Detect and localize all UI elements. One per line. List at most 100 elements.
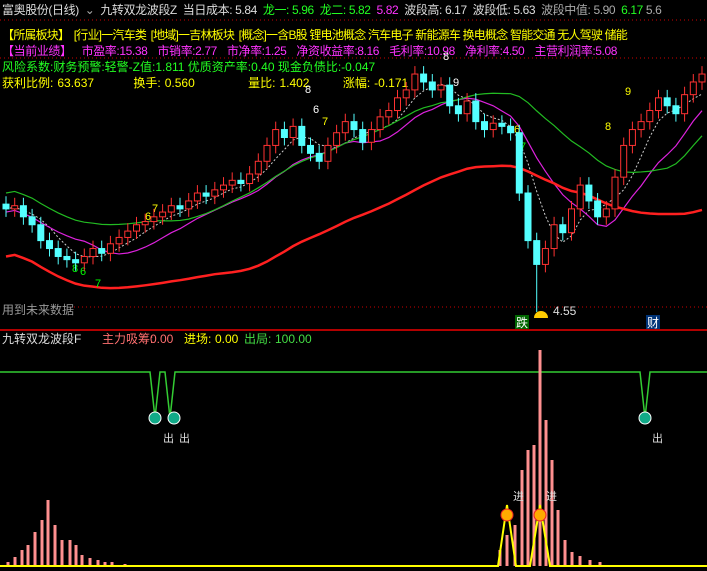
candle [19, 205, 27, 218]
candle [254, 160, 262, 175]
price-chart[interactable]: 678 67867896789 4.55 跌 财 用到未来数据 九转双龙波段F 主… [0, 0, 707, 571]
exit-mark: 出 [652, 431, 663, 445]
candle [202, 192, 210, 197]
candle [37, 224, 45, 242]
exit-signal-line [0, 371, 707, 419]
candle [246, 173, 254, 184]
nine-turn-label: 7 [152, 203, 158, 215]
candle [159, 211, 167, 218]
candle [672, 105, 680, 115]
candle [176, 205, 184, 210]
candle [428, 81, 436, 91]
candle [611, 176, 619, 210]
entry-label: 进场: [184, 332, 211, 346]
candle [193, 192, 201, 202]
nine-turn-label: 8 [305, 84, 311, 96]
nine-turn-label: 8 [72, 263, 78, 275]
exit-mark: 出 [179, 431, 190, 445]
candle [541, 248, 549, 265]
candle [124, 230, 132, 238]
entry-signal-icon [500, 508, 514, 522]
candle [620, 144, 628, 178]
candle [98, 248, 106, 254]
entry-signal-line [0, 504, 707, 567]
candle [237, 179, 245, 185]
entry-value: 0.00 [215, 332, 239, 346]
candle [63, 255, 71, 261]
candle [576, 184, 584, 210]
exit-signal-icon [167, 411, 181, 425]
candle [646, 110, 654, 123]
candle [420, 73, 428, 83]
nine-turn-label: 6 [80, 266, 86, 278]
candle [463, 100, 471, 115]
candle [533, 240, 541, 265]
ma-red-line [5, 164, 703, 290]
candle [350, 121, 358, 131]
nine-turn-label: 8 [605, 121, 611, 133]
entry-mark: 进 [513, 490, 524, 503]
nine-turn-label: 6 [313, 104, 319, 116]
candle [602, 208, 610, 218]
nine-turn-label: 8 [443, 51, 449, 63]
candle [341, 121, 349, 134]
exit-signal-icon [148, 411, 162, 425]
candle [411, 73, 419, 91]
lower-indicator-name[interactable]: 九转双龙波段F [2, 331, 81, 346]
nine-turn-label: 9 [453, 77, 459, 89]
accumulate-value: 0.00 [150, 332, 174, 346]
candle [141, 221, 149, 226]
candle [263, 144, 271, 162]
candle [515, 132, 523, 194]
nine-turn-label: 7 [322, 116, 328, 128]
entry-mark: 进 [546, 490, 557, 503]
finance-badge-text: 财 [647, 316, 659, 330]
candle [298, 125, 306, 146]
candle [481, 121, 488, 131]
candle [307, 144, 314, 154]
ma-dotted-line [5, 83, 703, 258]
candle [11, 205, 19, 210]
candle [637, 121, 645, 131]
candle [402, 89, 410, 99]
exit-value: 100.00 [275, 332, 312, 346]
future-data-note: 用到未来数据 [2, 302, 74, 317]
drop-badge-text: 跌 [516, 315, 528, 330]
candle [454, 105, 462, 115]
candle [115, 236, 123, 245]
low-marker-icon [534, 311, 548, 318]
candle [220, 184, 227, 191]
candle [550, 224, 558, 250]
nine-turn-label: 7 [95, 278, 101, 290]
candle [663, 97, 671, 107]
candle [89, 248, 97, 257]
candle [72, 259, 80, 264]
exit-label: 出局: [244, 332, 271, 346]
accumulate-label: 主力吸筹: [102, 332, 153, 346]
low-marker: 4.55 [553, 304, 577, 318]
candle [385, 110, 393, 118]
candle [54, 248, 62, 257]
candle [585, 184, 593, 202]
candle [681, 94, 689, 115]
candle [28, 216, 36, 226]
exit-signal-icon [638, 411, 652, 425]
candle [289, 125, 297, 138]
candle [628, 129, 636, 146]
candle [367, 129, 375, 143]
candle [376, 116, 384, 131]
candle [507, 125, 515, 134]
nine-turn-label: 9 [625, 86, 631, 98]
candle [46, 240, 53, 250]
candle [437, 84, 445, 91]
candle [272, 129, 280, 146]
candle [655, 97, 662, 112]
candle [594, 200, 602, 218]
candle [185, 200, 193, 210]
candle [106, 243, 114, 254]
candle [280, 129, 288, 138]
candle [489, 122, 497, 131]
exit-mark: 出 [163, 431, 174, 445]
candle [167, 205, 175, 213]
candle [498, 122, 506, 127]
